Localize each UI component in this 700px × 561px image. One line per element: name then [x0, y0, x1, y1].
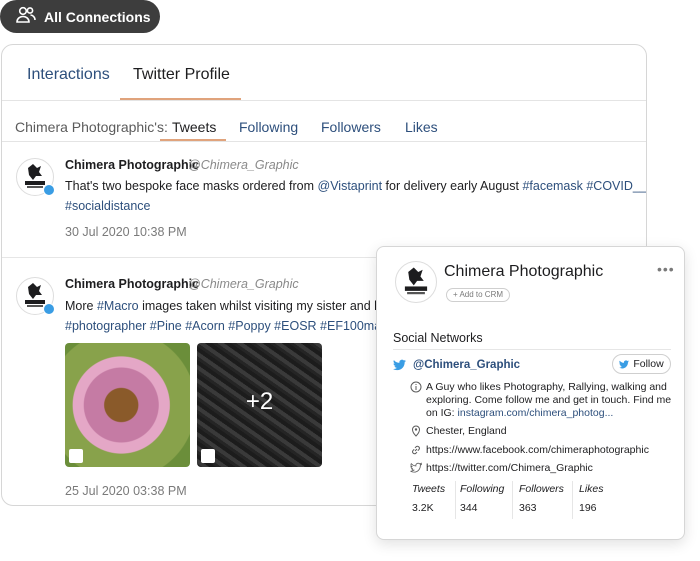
tweet-author-name[interactable]: Chimera Photographic [65, 277, 199, 291]
instagram-link[interactable]: instagram.com/chimera_photog... [458, 407, 614, 419]
bio-prefix: on IG: [426, 407, 458, 419]
subtabs-prefix: Chimera Photographic's: [15, 119, 168, 135]
stat-separator [455, 481, 456, 519]
more-images-count: +2 [245, 388, 274, 415]
stat-separator [572, 481, 573, 519]
location-text: Chester, England [426, 425, 507, 437]
users-icon [16, 6, 36, 27]
info-icon [410, 381, 422, 393]
tweet-text-line: That's two bespoke face masks ordered fr… [65, 176, 646, 196]
tweet-author-handle[interactable]: @Chimera_Graphic [188, 158, 299, 172]
twitter-icon [393, 359, 406, 371]
subtab-following[interactable]: Following [239, 119, 298, 135]
hashtag-link[interactable]: #facemask #COVID__19 [522, 179, 646, 193]
tab-interactions[interactable]: Interactions [27, 66, 110, 84]
active-tab-indicator [120, 98, 241, 100]
follow-button[interactable]: Follow [612, 354, 671, 374]
avatar[interactable] [16, 158, 55, 196]
stat-separator [512, 481, 513, 519]
all-connections-button[interactable]: All Connections [0, 0, 160, 33]
watermark-icon [201, 449, 215, 463]
stat-value-tweets: 3.2K [412, 502, 434, 514]
mention-link[interactable]: @Vistaprint [318, 179, 383, 193]
social-networks-heading: Social Networks [393, 331, 483, 345]
tweet-text-line: More #Macro images taken whilst visiting… [65, 296, 403, 316]
stat-label-tweets: Tweets [412, 483, 446, 495]
more-options-icon[interactable]: ••• [657, 261, 675, 277]
tweet-author-handle[interactable]: @Chimera_Graphic [188, 277, 299, 291]
hashtag-link[interactable]: #photographer #Pine #Acorn #Poppy #EOSR … [65, 319, 406, 333]
tweet-text-segment: images taken whilst visiting my sister a… [138, 299, 403, 313]
stat-value-followers: 363 [519, 502, 537, 514]
subtab-likes[interactable]: Likes [405, 119, 438, 135]
link-icon [412, 445, 420, 455]
stat-label-likes: Likes [579, 483, 604, 495]
hashtag-link[interactable]: #socialdistance [65, 199, 150, 213]
location-pin-icon [411, 425, 421, 437]
tab-twitter-profile[interactable]: Twitter Profile [133, 66, 230, 84]
profile-card: Chimera Photographic + Add to CRM ••• So… [376, 246, 685, 540]
profile-avatar[interactable] [395, 261, 437, 303]
tweet-text-segment: More [65, 299, 97, 313]
stat-label-following: Following [460, 483, 505, 495]
twitter-handle-link[interactable]: @Chimera_Graphic [413, 359, 520, 371]
twitter-badge-icon [43, 184, 55, 196]
twitter-badge-icon [43, 303, 55, 315]
active-subtab-indicator [160, 139, 226, 141]
follow-label: Follow [633, 358, 664, 370]
section-divider [393, 349, 671, 350]
facebook-link[interactable]: https://www.facebook.com/chimeraphotogra… [426, 444, 649, 457]
stat-value-following: 344 [460, 502, 478, 514]
add-to-crm-button[interactable]: + Add to CRM [446, 288, 511, 302]
profile-name: Chimera Photographic [444, 263, 604, 280]
avatar[interactable] [16, 277, 55, 315]
bio-line: on IG: instagram.com/chimera_photog... [426, 407, 613, 420]
bio-line: A Guy who likes Photography, Rallying, w… [426, 381, 667, 393]
tweet-text-segment: for delivery early August [382, 179, 523, 193]
all-connections-label: All Connections [44, 8, 151, 25]
twitter-icon [619, 359, 630, 368]
tweet-image[interactable] [65, 343, 190, 467]
twitter-outline-icon [410, 462, 422, 473]
tweet-text-line: #socialdistance [65, 196, 150, 216]
tweet-date: 30 Jul 2020 10:38 PM [65, 225, 187, 239]
subtab-tweets[interactable]: Tweets [172, 119, 216, 135]
bio-line: exploring. Come follow me and get in tou… [426, 394, 672, 406]
tweet-text-segment: That's two bespoke face masks ordered fr… [65, 179, 318, 193]
tweet-date: 25 Jul 2020 03:38 PM [65, 484, 187, 498]
subtab-followers[interactable]: Followers [321, 119, 381, 135]
hashtag-link[interactable]: #Macro [97, 299, 139, 313]
watermark-icon [69, 449, 83, 463]
chimera-logo-icon [404, 267, 428, 295]
tweet-author-name[interactable]: Chimera Photographic [65, 158, 199, 172]
tweet-image-more[interactable]: +2 [197, 343, 322, 467]
twitter-link[interactable]: https://twitter.com/Chimera_Graphic [426, 462, 593, 475]
stat-value-likes: 196 [579, 502, 597, 514]
tweet-text-line: #photographer #Pine #Acorn #Poppy #EOSR … [65, 316, 406, 336]
stat-label-followers: Followers [519, 483, 564, 495]
